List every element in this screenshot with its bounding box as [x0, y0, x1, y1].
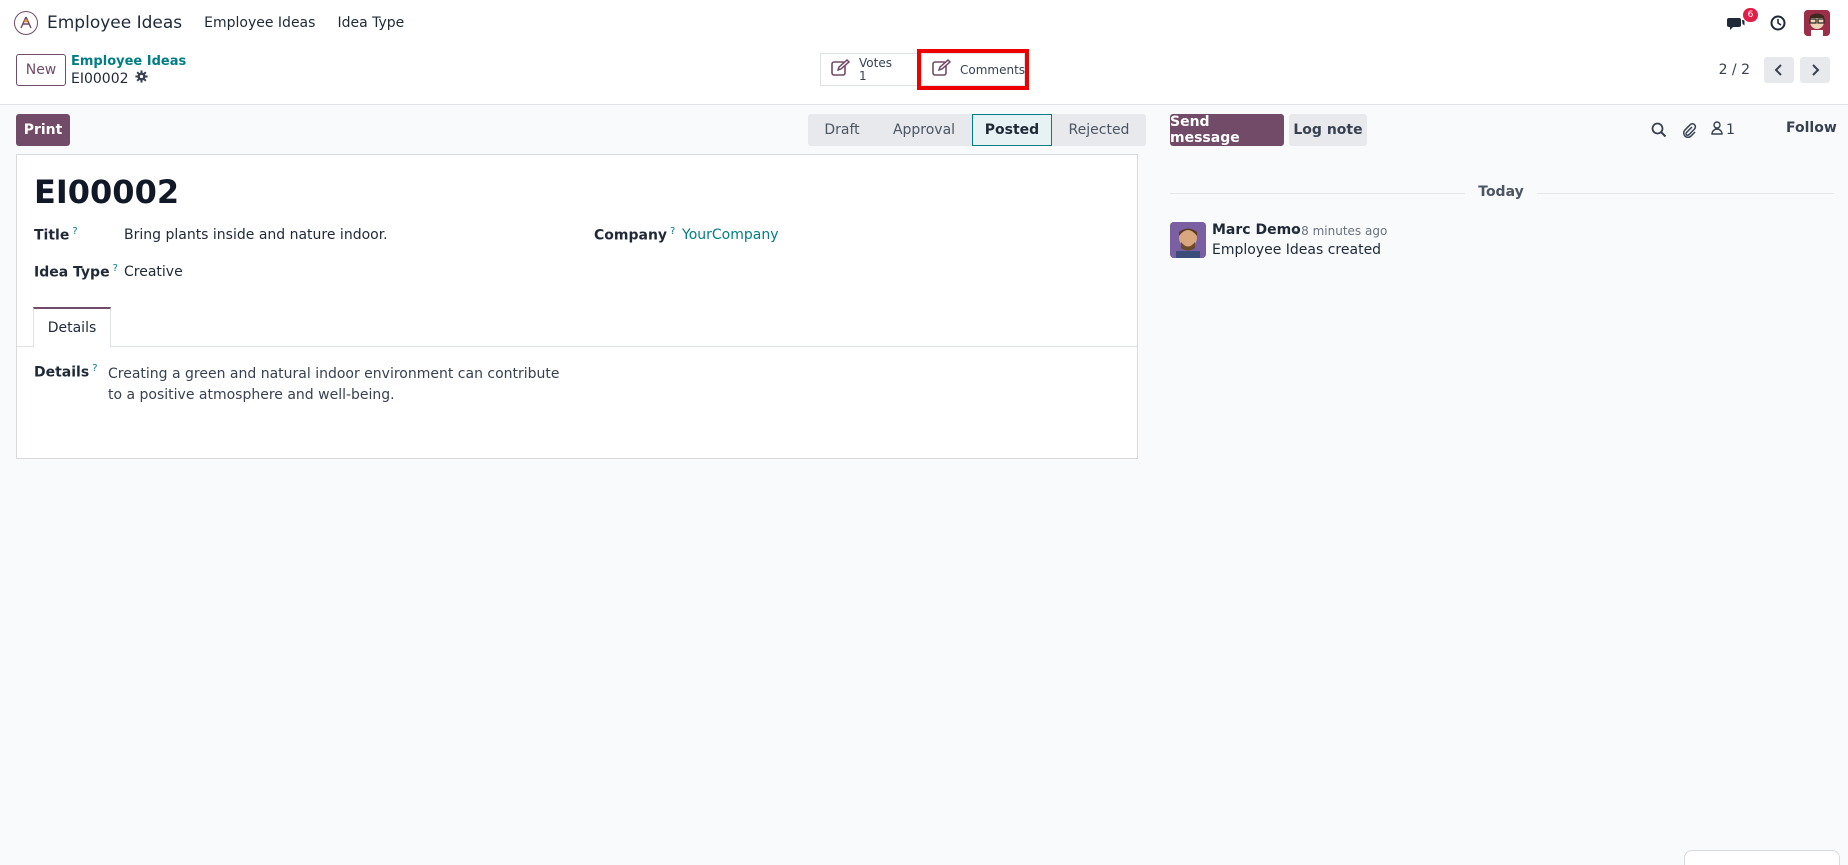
details-label: Details? — [34, 363, 98, 381]
help-icon[interactable]: ? — [92, 363, 97, 374]
menu-employee-ideas[interactable]: Employee Ideas — [204, 15, 315, 31]
control-panel: New Employee Ideas EI00002 Votes 1 Comme… — [0, 45, 1848, 105]
activity-clock-icon[interactable] — [1766, 11, 1790, 35]
title-field[interactable]: Bring plants inside and nature indoor. — [124, 227, 388, 243]
message-author-avatar[interactable] — [1170, 222, 1206, 258]
breadcrumb-current-label: EI00002 — [71, 70, 129, 87]
top-navbar: Employee Ideas Employee Ideas Idea Type … — [0, 0, 1848, 45]
message-body: Employee Ideas created — [1212, 242, 1382, 258]
smart-buttons: Votes 1 Comments — [820, 49, 1029, 90]
comments-smart-button[interactable]: Comments — [917, 49, 1029, 90]
company-field[interactable]: YourCompany — [682, 227, 779, 243]
app-logo-icon[interactable] — [14, 10, 38, 35]
pager-next-button[interactable] — [1800, 57, 1830, 83]
help-icon[interactable]: ? — [72, 226, 77, 237]
menu-idea-type[interactable]: Idea Type — [337, 15, 404, 31]
app-name[interactable]: Employee Ideas — [47, 13, 182, 33]
stage-posted[interactable]: Posted — [972, 114, 1052, 146]
chat-badge: 6 — [1743, 7, 1758, 22]
pager: 2 / 2 — [1719, 57, 1830, 83]
gear-icon[interactable] — [134, 70, 148, 87]
follow-button[interactable]: Follow — [1786, 120, 1837, 136]
votes-smart-button[interactable]: Votes 1 — [820, 53, 922, 86]
followers-button[interactable]: 1 — [1711, 119, 1735, 141]
notebook-tabs: Details — [17, 307, 1137, 348]
title-label: Title? — [34, 226, 78, 244]
votes-label: Votes — [859, 55, 892, 70]
comments-label: Comments — [960, 62, 1026, 77]
idea-type-label: Idea Type? — [34, 263, 118, 281]
followers-count: 1 — [1726, 122, 1735, 138]
user-icon — [1711, 121, 1723, 139]
details-label-text: Details — [34, 364, 90, 381]
title-label-text: Title — [34, 227, 70, 244]
company-label-text: Company — [594, 227, 668, 244]
idea-type-field[interactable]: Creative — [124, 264, 183, 280]
record-name[interactable]: EI00002 — [34, 173, 179, 211]
details-field[interactable]: Creating a green and natural indoor envi… — [108, 364, 578, 406]
message-time: - 8 minutes ago — [1293, 224, 1388, 238]
help-icon[interactable]: ? — [670, 226, 675, 237]
breadcrumb-current: EI00002 — [71, 70, 148, 87]
bottom-corner-widget[interactable] — [1684, 850, 1840, 865]
message-author[interactable]: Marc Demo — [1212, 222, 1301, 238]
user-avatar[interactable] — [1804, 9, 1830, 36]
stage-rejected[interactable]: Rejected — [1052, 114, 1146, 146]
pager-previous-button[interactable] — [1764, 57, 1794, 83]
send-message-button[interactable]: Send message — [1170, 114, 1284, 146]
pager-value[interactable]: 2 / 2 — [1719, 62, 1750, 78]
paperclip-icon[interactable] — [1681, 119, 1697, 141]
discuss-icon[interactable]: 6 — [1724, 7, 1758, 35]
breadcrumb-parent[interactable]: Employee Ideas — [71, 54, 186, 69]
date-separator-label: Today — [1465, 184, 1537, 200]
chevron-right-icon — [1812, 64, 1820, 76]
log-note-button[interactable]: Log note — [1289, 114, 1367, 146]
idea-type-label-text: Idea Type — [34, 264, 110, 281]
edit-icon — [932, 58, 952, 80]
stage-approval[interactable]: Approval — [876, 114, 972, 146]
stage-draft[interactable]: Draft — [808, 114, 876, 146]
chevron-left-icon — [1774, 64, 1782, 76]
tab-details[interactable]: Details — [33, 307, 111, 348]
form-sheet: EI00002 Title? Bring plants inside and n… — [16, 154, 1138, 459]
votes-count: 1 — [859, 68, 867, 83]
status-bar: Draft Approval Posted Rejected — [808, 114, 1146, 146]
new-button[interactable]: New — [16, 54, 66, 86]
print-button[interactable]: Print — [16, 114, 70, 146]
edit-icon — [831, 58, 851, 81]
company-label: Company? — [594, 226, 675, 244]
help-icon[interactable]: ? — [113, 263, 118, 274]
search-icon[interactable] — [1651, 119, 1667, 141]
